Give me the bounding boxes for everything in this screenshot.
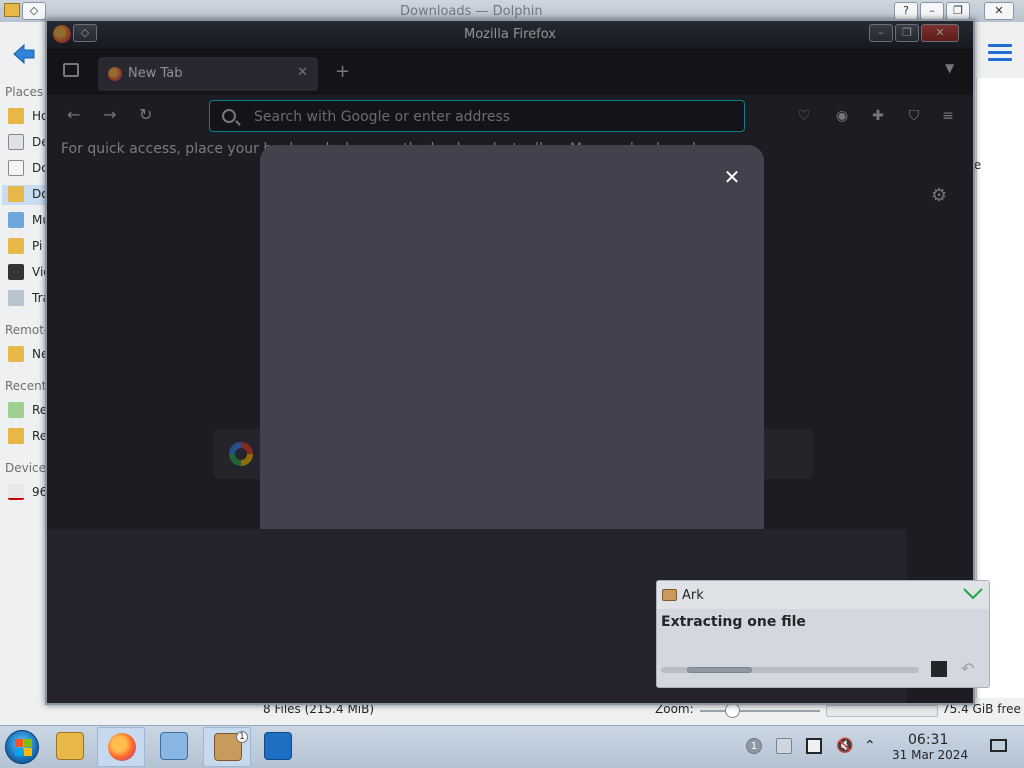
zoom-slider-handle[interactable]	[725, 703, 740, 718]
places-item-documents[interactable]: Do	[8, 159, 49, 179]
extraction-progress-bar	[661, 667, 919, 673]
folder-icon	[56, 732, 84, 760]
progress-fill	[687, 667, 752, 673]
notification-count[interactable]: 1	[746, 738, 762, 754]
firefox-icon	[108, 733, 136, 761]
show-hidden-icons-chevron-icon[interactable]: ⌃	[864, 738, 880, 754]
ark-app-icon	[662, 589, 677, 601]
task-badge: 1	[236, 731, 248, 743]
recent-files-icon	[8, 402, 24, 418]
minimize-button[interactable]: –	[920, 2, 944, 20]
undo-icon[interactable]: ↶	[961, 659, 974, 678]
close-icon[interactable]: ✕	[722, 167, 742, 187]
downloads-folder-icon	[8, 186, 24, 202]
places-item-desktop[interactable]: De	[8, 133, 49, 153]
places-item-recent-locations[interactable]: Re	[8, 427, 48, 447]
taskbar: 1 1 🔇 ⌃ 06:31 31 Mar 2024	[0, 725, 1024, 768]
folder-icon	[4, 3, 20, 17]
notification-header: Ark	[657, 581, 989, 609]
close-button[interactable]: ✕	[984, 2, 1014, 20]
task-file-manager[interactable]	[46, 727, 94, 767]
network-folder-icon	[8, 346, 24, 362]
hamburger-menu-icon[interactable]	[988, 44, 1012, 64]
system-settings-icon	[160, 732, 188, 760]
task-system-settings[interactable]	[150, 727, 198, 767]
drive-icon	[8, 484, 24, 500]
places-item-trash[interactable]: Tra	[8, 289, 50, 309]
volume-muted-icon[interactable]: 🔇	[836, 738, 853, 754]
notification-message: Extracting one file	[661, 614, 806, 630]
modal-dialog: ✕	[260, 145, 764, 529]
zoom-slider[interactable]	[700, 710, 820, 712]
device-notifier-icon[interactable]	[806, 738, 822, 754]
places-item-home[interactable]: Ho	[8, 107, 48, 127]
pictures-icon	[8, 238, 24, 254]
task-firefox[interactable]	[97, 727, 145, 767]
collapse-chevron-icon[interactable]	[962, 585, 984, 601]
clock-time[interactable]: 06:31	[908, 732, 948, 748]
desktop-icon	[8, 134, 24, 150]
ark-notification: Ark Extracting one file ↶	[656, 580, 990, 688]
free-space-bar	[826, 705, 938, 717]
recent-locations-icon	[8, 428, 24, 444]
trash-icon	[8, 290, 24, 306]
kde-icon	[264, 732, 292, 760]
show-desktop-icon[interactable]	[990, 739, 1007, 752]
places-item-device[interactable]: 96	[8, 483, 48, 503]
places-item-videos[interactable]: Vid	[8, 263, 51, 283]
music-icon	[8, 212, 24, 228]
videos-icon	[8, 264, 24, 280]
clock-date[interactable]: 31 Mar 2024	[892, 748, 968, 762]
recent-heading: Recent	[5, 379, 47, 393]
places-item-pictures[interactable]: Pi	[8, 237, 48, 257]
help-button[interactable]: ?	[894, 2, 918, 20]
places-item-network[interactable]: Ne	[8, 345, 48, 365]
places-item-music[interactable]: Mu	[8, 211, 50, 231]
notification-app-name: Ark	[682, 588, 704, 603]
places-heading: Places	[5, 85, 44, 99]
task-kde[interactable]	[254, 727, 302, 767]
clipboard-icon[interactable]	[776, 738, 792, 754]
start-menu-button[interactable]	[5, 730, 39, 764]
back-arrow-icon[interactable]	[12, 42, 36, 66]
maximize-button[interactable]: ❐	[946, 2, 970, 20]
documents-icon	[8, 160, 24, 176]
stop-icon[interactable]	[931, 661, 947, 677]
pin-button[interactable]: ◇	[22, 2, 46, 20]
dolphin-title: Downloads — Dolphin	[400, 4, 543, 19]
task-ark[interactable]: 1	[203, 727, 251, 767]
places-item-recent-files[interactable]: Re	[8, 401, 48, 421]
places-panel: Places Ho De Do Do Mu Pi Vid Tra Remote …	[0, 82, 52, 702]
places-item-downloads[interactable]: Do	[2, 185, 49, 205]
home-folder-icon	[8, 108, 24, 124]
